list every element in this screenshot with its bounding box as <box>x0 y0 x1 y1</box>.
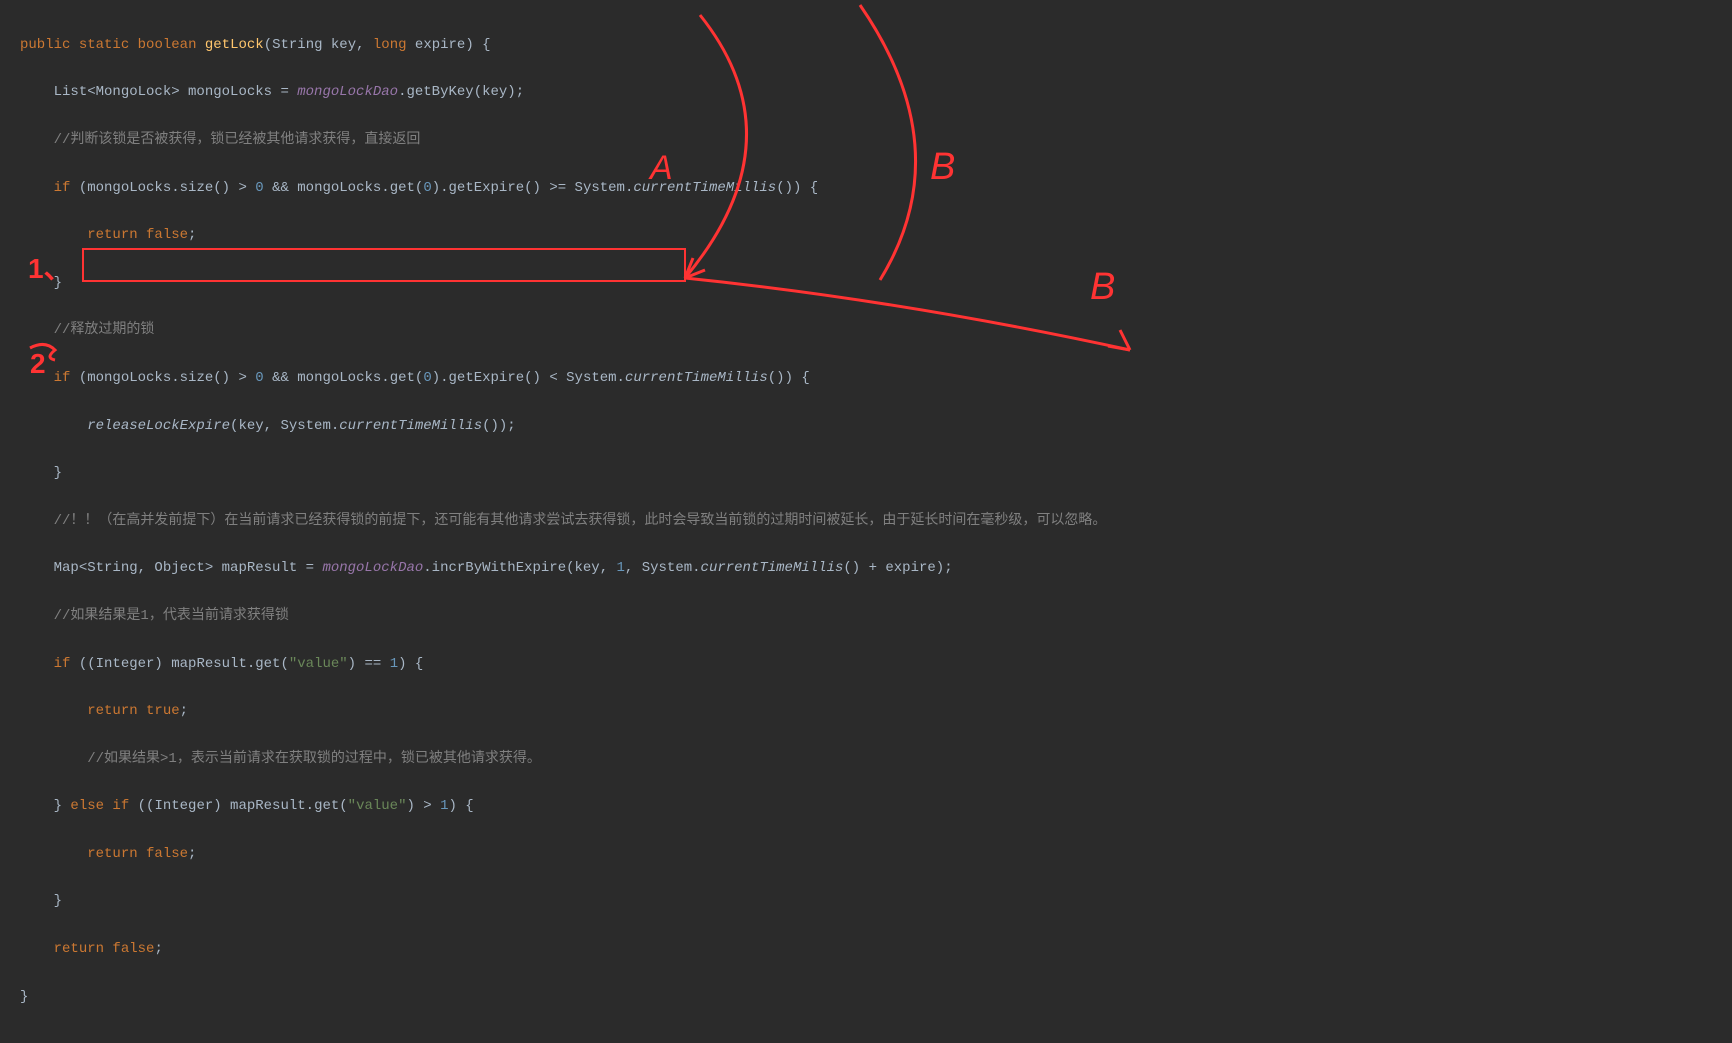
code-line: if (mongoLocks.size() > 0 && mongoLocks.… <box>20 367 1732 391</box>
code-line: //！！（在高并发前提下）在当前请求已经获得锁的前提下，还可能有其他请求尝试去获… <box>20 510 1732 534</box>
code-line: //如果结果>1，表示当前请求在获取锁的过程中，锁已被其他请求获得。 <box>20 748 1732 772</box>
code-line: } <box>20 890 1732 914</box>
code-line: public static boolean getLock(String key… <box>20 34 1732 58</box>
code-line: return false; <box>20 843 1732 867</box>
code-line: return true; <box>20 700 1732 724</box>
code-line: Map<String, Object> mapResult = mongoLoc… <box>20 557 1732 581</box>
code-line: //释放过期的锁 <box>20 319 1732 343</box>
code-line: List<MongoLock> mongoLocks = mongoLockDa… <box>20 81 1732 105</box>
code-line: return false; <box>20 938 1732 962</box>
code-line: return false; <box>20 224 1732 248</box>
code-line: } <box>20 986 1732 1010</box>
code-line: if (mongoLocks.size() > 0 && mongoLocks.… <box>20 177 1732 201</box>
code-line: //如果结果是1，代表当前请求获得锁 <box>20 605 1732 629</box>
code-line: releaseLockExpire(key, System.currentTim… <box>20 415 1732 439</box>
code-line: } <box>20 462 1732 486</box>
code-line: } <box>20 272 1732 296</box>
code-line: } else if ((Integer) mapResult.get("valu… <box>20 795 1732 819</box>
code-editor[interactable]: public static boolean getLock(String key… <box>0 0 1732 1043</box>
code-line: //判断该锁是否被获得，锁已经被其他请求获得，直接返回 <box>20 129 1732 153</box>
code-line: if ((Integer) mapResult.get("value") == … <box>20 653 1732 677</box>
